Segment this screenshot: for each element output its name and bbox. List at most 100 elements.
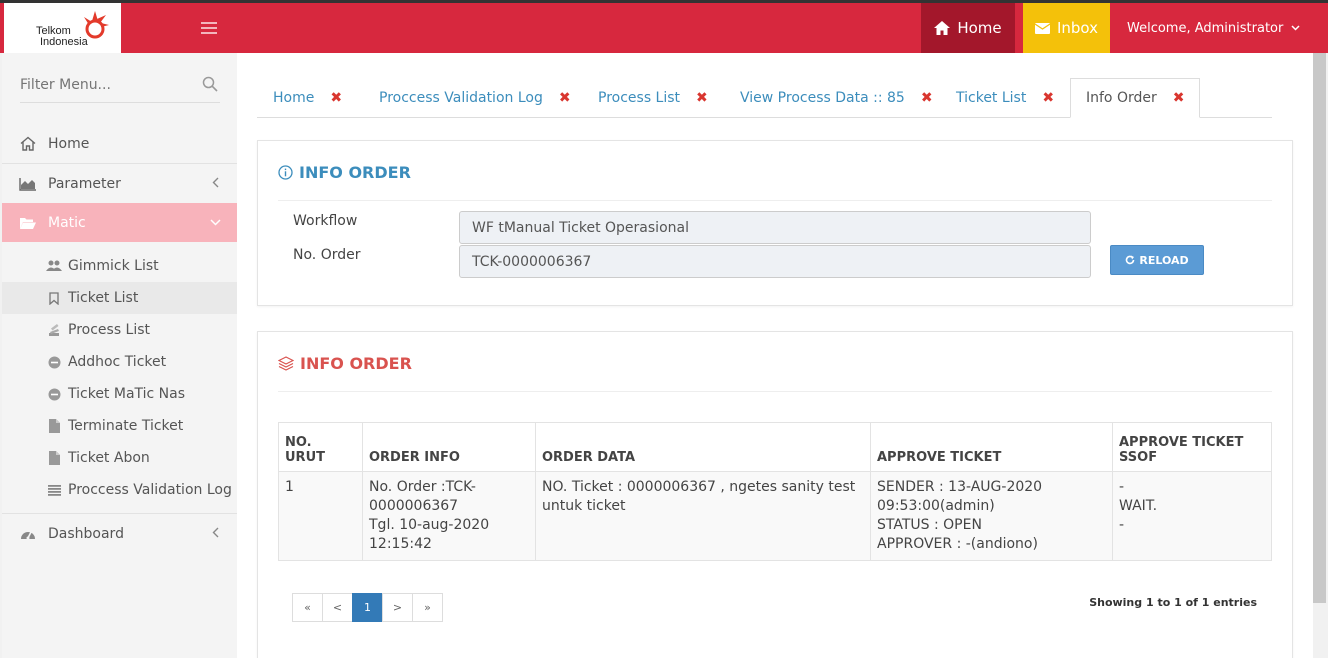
order-number-field[interactable]: TCK-0000006367 <box>459 245 1091 278</box>
tab-home[interactable]: Home ✖ <box>273 78 342 118</box>
sidebar-item-label: Parameter <box>48 175 121 192</box>
tab-label: Home <box>273 90 315 106</box>
sidebar-subitem-ticket-list[interactable]: Ticket List <box>2 282 237 314</box>
order-table: NO. URUT ORDER INFO ORDER DATA APPROVE TI… <box>278 422 1272 561</box>
file-icon <box>48 419 60 433</box>
pagination: « < 1 > » <box>292 593 443 622</box>
col-header-line: URUT <box>285 450 325 465</box>
chevron-down-icon <box>1291 25 1300 31</box>
sidebar-item-parameter[interactable]: Parameter <box>2 164 237 203</box>
tab-label: Process List <box>598 90 681 106</box>
envelope-icon <box>1034 22 1050 34</box>
chevron-down-icon <box>210 219 221 226</box>
home-icon <box>934 21 951 35</box>
layers-icon <box>278 356 294 371</box>
search-icon[interactable] <box>202 76 218 92</box>
col-header-line: APPROVE TICKET <box>1119 435 1244 450</box>
scrollbar-thumb[interactable] <box>1313 53 1326 603</box>
tab-proccess-validation-log[interactable]: Proccess Validation Log ✖ <box>379 78 571 118</box>
reload-button[interactable]: RELOAD <box>1110 245 1204 275</box>
sidebar-subitem-terminate-ticket[interactable]: Terminate Ticket <box>2 410 237 442</box>
filter-menu <box>20 73 220 103</box>
sidebar-item-home[interactable]: Home <box>2 124 237 163</box>
tab-info-order[interactable]: Info Order ✖ <box>1070 78 1201 118</box>
cell-line: - <box>1119 479 1125 495</box>
col-approve-ticket[interactable]: APPROVE TICKET <box>870 422 1113 472</box>
tab-process-list[interactable]: Process List ✖ <box>598 78 708 118</box>
pager-page-button[interactable]: 1 <box>352 593 383 622</box>
home-outline-icon <box>20 136 36 151</box>
user-greeting: Welcome, Administrator <box>1127 20 1284 36</box>
sidebar-subitem-label: Gimmick List <box>68 258 159 274</box>
brand-line-2: Indonesia <box>40 36 88 48</box>
area-chart-icon <box>19 177 36 191</box>
pager-first-button[interactable]: « <box>292 593 323 622</box>
tab-label: Ticket List <box>956 90 1027 106</box>
chevron-left-icon <box>212 177 219 188</box>
info-order-form-panel: INFO ORDER Workflow WF tManual Ticket Op… <box>257 140 1293 306</box>
table-info-text: Showing 1 to 1 of 1 entries <box>1089 596 1257 609</box>
sidebar-subitem-gimmick-list[interactable]: Gimmick List <box>2 250 237 282</box>
telkom-logo[interactable]: Telkom Indonesia <box>4 3 121 53</box>
pager-prev-button[interactable]: < <box>322 593 353 622</box>
sidebar-subitem-label: Addhoc Ticket <box>68 354 167 370</box>
cell-line: APPROVER : -(andiono) <box>877 536 1038 552</box>
col-order-info[interactable]: ORDER INFO <box>362 422 536 472</box>
pager-next-button[interactable]: > <box>382 593 413 622</box>
table-header-row: NO. URUT ORDER INFO ORDER DATA APPROVE TI… <box>278 422 1272 472</box>
sidebar-subitem-proccess-validation-log[interactable]: Proccess Validation Log <box>2 474 237 506</box>
filter-menu-input[interactable] <box>20 73 190 97</box>
scrollbar[interactable] <box>1313 53 1328 658</box>
col-no-urut[interactable]: NO. URUT <box>278 422 363 472</box>
sidebar-subitem-label: Process List <box>68 322 151 338</box>
cell-line: SENDER : 13-AUG-2020 <box>877 479 1043 495</box>
pager-last-button[interactable]: » <box>412 593 443 622</box>
cell-line: NO. Ticket : 0000006367 , ngetes sanity … <box>542 479 856 495</box>
minus-circle-icon <box>48 388 60 400</box>
cell-order-data: NO. Ticket : 0000006367 , ngetes sanity … <box>535 471 871 561</box>
close-icon[interactable]: ✖ <box>921 90 933 106</box>
sidebar-subitem-process-list[interactable]: Process List <box>2 314 237 346</box>
cell-line: Tgl. 10-aug-2020 <box>369 517 490 533</box>
cell-approve-ssof: - WAIT. - <box>1112 471 1272 561</box>
col-order-data[interactable]: ORDER DATA <box>535 422 871 472</box>
cell-line: 12:15:42 <box>369 536 432 552</box>
tab-ticket-list[interactable]: Ticket List ✖ <box>956 78 1054 118</box>
info-order-table-panel: INFO ORDER NO. URUT ORDER INFO ORDER DATA… <box>257 331 1293 658</box>
user-menu[interactable]: Welcome, Administrator <box>1127 3 1300 53</box>
refresh-icon <box>1126 255 1135 265</box>
file-icon <box>48 451 60 465</box>
tab-bar: Home ✖ Proccess Validation Log ✖ Process L… <box>257 78 1272 118</box>
tab-view-process-data[interactable]: View Process Data :: 85 ✖ <box>740 78 933 118</box>
sidebar-subitem-label: Proccess Validation Log <box>68 482 232 498</box>
close-icon[interactable]: ✖ <box>1042 90 1054 106</box>
table-row: 1 No. Order :TCK- 0000006367 Tgl. 10-aug… <box>278 471 1272 561</box>
close-icon[interactable]: ✖ <box>330 90 342 106</box>
panel-title-text: INFO ORDER <box>299 163 411 182</box>
col-approve-ticket-ssof[interactable]: APPROVE TICKET SSOF <box>1112 422 1272 472</box>
close-icon[interactable]: ✖ <box>696 90 708 106</box>
cell-line: - <box>1119 517 1125 533</box>
panel-title: INFO ORDER <box>278 354 412 373</box>
close-icon[interactable]: ✖ <box>1173 90 1185 106</box>
sidebar-item-dashboard[interactable]: Dashboard <box>2 514 237 553</box>
sidebar-subitem-ticket-abon[interactable]: Ticket Abon <box>2 442 237 474</box>
stack-icon <box>49 324 59 336</box>
sidebar-subitem-addhoc-ticket[interactable]: Addhoc Ticket <box>2 346 237 378</box>
sidebar-item-matic[interactable]: Matic <box>2 203 237 242</box>
sidebar-subitem-ticket-matic-nas[interactable]: Ticket MaTic Nas <box>2 378 237 410</box>
col-header-line: NO. <box>285 435 312 450</box>
nav-inbox-button[interactable]: Inbox <box>1023 3 1110 53</box>
top-navbar: Telkom Indonesia Home Inbox Welcome, Adm… <box>0 0 1328 53</box>
nav-home-button[interactable]: Home <box>921 3 1015 53</box>
sidebar: Home Parameter Matic Gimmick List Ticket… <box>2 53 237 658</box>
close-icon[interactable]: ✖ <box>559 90 571 106</box>
workflow-field[interactable]: WF tManual Ticket Operasional <box>459 211 1091 244</box>
cell-no: 1 <box>278 471 363 561</box>
main-content: Home ✖ Proccess Validation Log ✖ Process L… <box>237 53 1313 658</box>
workflow-label: Workflow <box>293 213 358 229</box>
minus-circle-icon <box>48 356 60 368</box>
panel-title: INFO ORDER <box>278 163 411 182</box>
sidebar-toggle-icon[interactable] <box>201 22 217 34</box>
nav-inbox-label: Inbox <box>1056 19 1099 37</box>
